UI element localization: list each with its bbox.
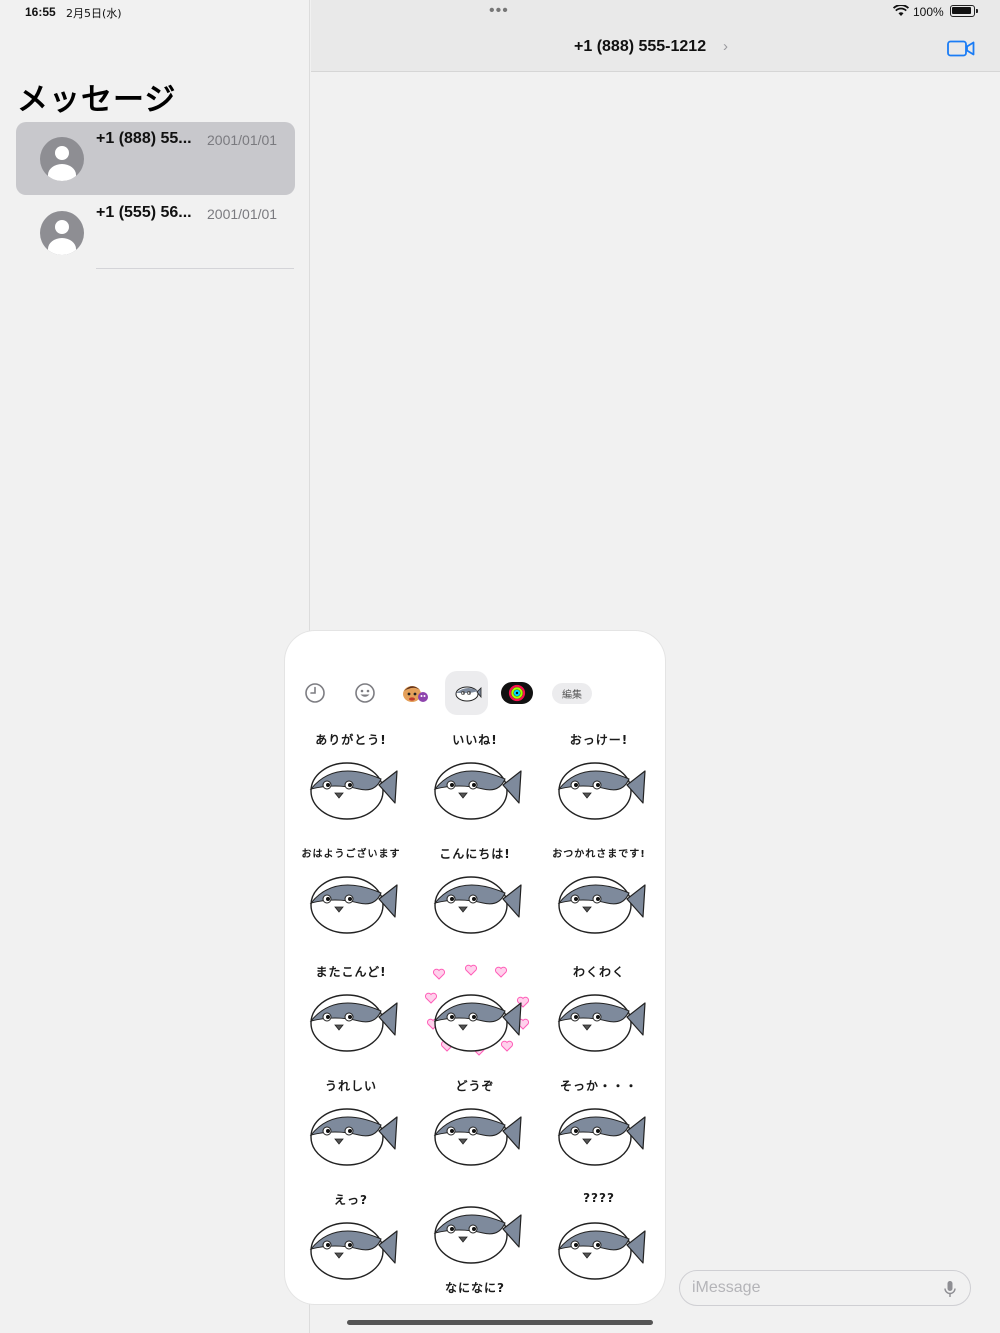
sticker-panel: 編集 ありがとう! いいね! おっけー! おはようございます こんにちは! おつかれさまで… [285, 631, 665, 1304]
sticker[interactable]: ???? [545, 1187, 653, 1299]
microphone-icon[interactable] [944, 1280, 956, 1298]
sticker-caption: またこんど! [315, 965, 387, 979]
multitasking-dots[interactable]: ••• [489, 2, 509, 20]
sticker-caption: どうぞ [455, 1079, 495, 1093]
sticker-caption: わくわく [572, 965, 625, 979]
sticker-caption: おっけー! [569, 733, 629, 747]
sticker-caption: ありがとう! [315, 733, 387, 747]
status-date: 2月5日(水) [66, 7, 122, 20]
sticker[interactable]: おはようございます [297, 841, 405, 953]
conversation-item[interactable]: +1 (555) 56... 2001/01/01 [16, 196, 295, 269]
sticker[interactable]: またこんど! [297, 959, 405, 1071]
fish-sticker-pack-icon [455, 686, 481, 702]
avatar [40, 211, 84, 255]
tab-emoji[interactable] [349, 671, 381, 715]
activity-rings-icon [501, 682, 533, 704]
video-call-icon[interactable] [947, 40, 975, 57]
memoji-icon [403, 686, 428, 702]
sticker[interactable]: こんにちは! [421, 841, 529, 953]
fish-sticker-image [424, 964, 529, 1056]
sticker[interactable]: おつかれさまです! [545, 841, 653, 953]
tab-fish-stickers[interactable] [445, 671, 488, 715]
edit-button[interactable]: 編集 [552, 683, 592, 704]
conversation-name: +1 (888) 55... [96, 130, 192, 147]
sticker[interactable]: おっけー! [545, 727, 653, 839]
sticker-caption: うれしい [324, 1079, 377, 1093]
emoji-icon [355, 683, 375, 703]
wifi-icon [893, 5, 909, 16]
sticker-caption: えっ? [334, 1193, 368, 1207]
status-time: 16:55 [25, 5, 56, 19]
sticker[interactable]: いいね! [421, 727, 529, 839]
tab-recent[interactable] [299, 671, 331, 715]
sticker[interactable]: どうぞ [421, 1073, 529, 1185]
sticker-caption: ???? [583, 1191, 615, 1205]
sticker[interactable]: えっ? [297, 1187, 405, 1299]
contact-title[interactable]: +1 (888) 555-1212 [574, 38, 706, 56]
sticker-tab-bar: 編集 [285, 671, 665, 715]
conversation-date: 2001/01/01 [207, 206, 278, 222]
conversation-name: +1 (555) 56... [96, 204, 192, 221]
divider [96, 268, 294, 269]
conversation-sidebar: 16:55 2月5日(水) メッセージ +1 (888) 55... 2001/… [0, 0, 310, 1333]
sticker-caption: いいね! [452, 733, 498, 747]
sticker-caption: こんにちは! [439, 847, 511, 861]
page-title: メッセージ [17, 82, 177, 118]
sticker[interactable]: ありがとう! [297, 727, 405, 839]
conversation-item[interactable]: +1 (888) 55... 2001/01/01 [16, 122, 295, 195]
sticker-caption: おはようございます [301, 849, 401, 860]
recent-icon [305, 683, 325, 703]
sticker[interactable]: そっか・・・ [545, 1073, 653, 1185]
chevron-right-icon[interactable]: › [723, 38, 728, 55]
sticker[interactable]: わくわく [545, 959, 653, 1071]
sticker-caption: なになに? [445, 1281, 505, 1295]
sticker[interactable] [421, 959, 529, 1071]
sticker[interactable]: なになに? [421, 1187, 529, 1299]
sticker-caption: そっか・・・ [559, 1079, 638, 1093]
sticker-caption: おつかれさまです! [552, 849, 646, 860]
home-indicator[interactable] [347, 1320, 653, 1325]
battery-percent: 100% [913, 5, 944, 19]
message-input[interactable] [692, 1278, 932, 1298]
sticker[interactable]: うれしい [297, 1073, 405, 1185]
tab-memoji[interactable] [397, 671, 435, 715]
chat-header: ••• 100% +1 (888) 555-1212 › [311, 0, 1000, 72]
conversation-date: 2001/01/01 [207, 132, 278, 148]
tab-activity[interactable] [499, 671, 535, 715]
avatar [40, 137, 84, 181]
message-compose[interactable] [679, 1270, 971, 1306]
battery-icon [950, 5, 978, 17]
